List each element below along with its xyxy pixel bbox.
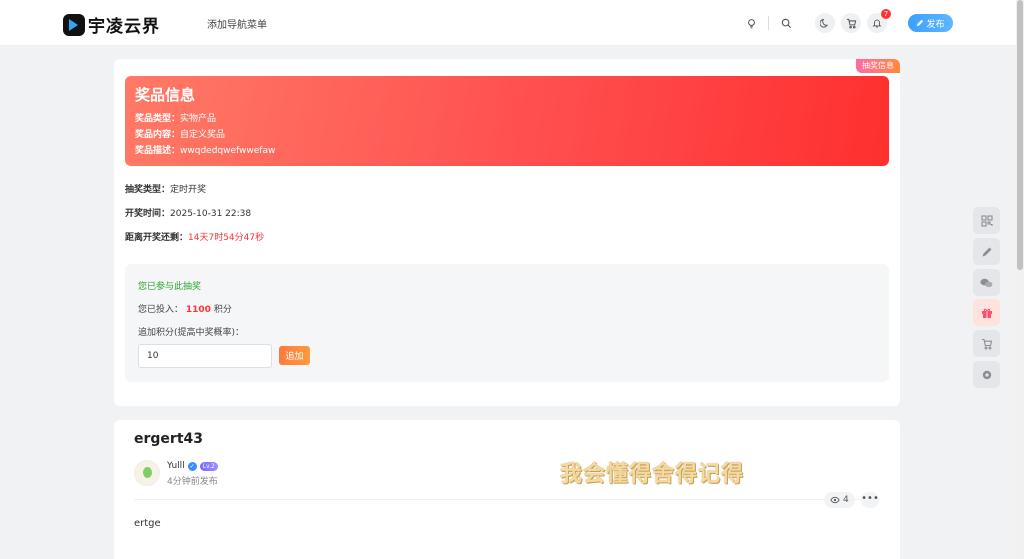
site-logo[interactable]: 宇凌云界	[63, 12, 160, 37]
prize-desc-row: 奖品描述：wwqdedqwefwwefaw	[135, 143, 879, 159]
logo-icon	[63, 13, 85, 36]
post-title[interactable]: ergert43	[134, 431, 203, 447]
invested-amount: 1100	[185, 305, 211, 315]
add-points-input[interactable]	[138, 344, 272, 368]
brand-name: 宇凌云界	[88, 17, 160, 37]
add-nav-menu-link[interactable]: 添加导航菜单	[207, 16, 267, 31]
moon-icon[interactable]	[815, 13, 835, 33]
edit-icon[interactable]	[973, 238, 1000, 265]
avatar[interactable]	[134, 460, 160, 486]
more-options-button[interactable]: •••	[861, 492, 879, 508]
joined-status: 您已参与此抽奖	[138, 282, 202, 292]
prize-info-panel: 奖品信息 奖品类型：实物产品 奖品内容：自定义奖品 奖品描述：wwqdedqwe…	[125, 76, 889, 166]
invested-label: 您已投入：	[138, 305, 184, 315]
level-badge: Lv.2	[199, 461, 218, 471]
draw-type-value: 定时开奖	[170, 185, 207, 195]
draw-time-row: 开奖时间：2025-10-31 22:38	[125, 206, 251, 219]
wechat-icon[interactable]	[973, 269, 1000, 296]
draw-type-row: 抽奖类型：定时开奖	[125, 182, 206, 195]
prize-content-row: 奖品内容：自定义奖品	[135, 127, 879, 143]
prize-desc-value: wwqdedqwefwwefaw	[180, 146, 276, 156]
post-body: ertge	[134, 518, 161, 529]
publish-button[interactable]: 发布	[908, 14, 953, 32]
draw-time-label: 开奖时间：	[125, 209, 171, 219]
draw-time-value: 2025-10-31 22:38	[170, 209, 252, 219]
add-points-button[interactable]: 追加	[279, 346, 310, 365]
cart-icon[interactable]	[841, 13, 861, 33]
cart-icon[interactable]	[973, 330, 1000, 357]
header-divider	[768, 16, 769, 30]
search-icon[interactable]	[776, 13, 796, 33]
prize-type-value: 实物产品	[180, 114, 217, 124]
invested-unit: 积分	[213, 305, 232, 315]
verified-icon: ✓	[187, 461, 197, 471]
prize-title: 奖品信息	[135, 86, 196, 104]
view-count: 4	[824, 492, 855, 508]
countdown-value: 14天7时54分47秒	[188, 233, 265, 243]
countdown-row: 距离开奖还剩：14天7时54分47秒	[125, 230, 264, 243]
qrcode-icon[interactable]	[973, 207, 1000, 234]
participation-panel: 您已参与此抽奖 您已投入： 1100 积分 追加积分(提高中奖概率)： 追加	[125, 264, 889, 382]
prize-type-label: 奖品类型：	[135, 114, 181, 124]
eye-icon	[830, 496, 840, 504]
notification-badge: 7	[881, 9, 891, 19]
lottery-card: 抽奖信息 奖品信息 奖品类型：实物产品 奖品内容：自定义奖品 奖品描述：wwqd…	[114, 59, 900, 406]
gear-icon[interactable]	[973, 361, 1000, 388]
publish-label: 发布	[926, 18, 945, 29]
pencil-icon	[917, 19, 924, 27]
prize-content-value: 自定义奖品	[180, 130, 226, 140]
lightbulb-icon[interactable]	[741, 13, 761, 33]
post-time: 4分钟前发布	[167, 477, 218, 487]
post-divider	[134, 499, 880, 500]
signature-watermark: 我会懂得舍得记得	[560, 462, 745, 487]
gift-icon[interactable]	[973, 299, 1000, 326]
draw-type-label: 抽奖类型：	[125, 185, 171, 195]
prize-desc-label: 奖品描述：	[135, 146, 181, 156]
scrollbar-thumb[interactable]	[1017, 0, 1023, 270]
lottery-ribbon: 抽奖信息	[856, 59, 900, 73]
add-points-label: 追加积分(提高中奖概率)：	[138, 328, 245, 338]
post-card: ergert43 Yulll ✓ Lv.2 4分钟前发布 我会懂得舍得记得 4 …	[114, 420, 900, 559]
invested-points: 您已投入： 1100 积分	[138, 302, 232, 315]
countdown-label: 距离开奖还剩：	[125, 233, 189, 243]
prize-content-label: 奖品内容：	[135, 130, 181, 140]
prize-type-row: 奖品类型：实物产品	[135, 111, 879, 127]
author-info: Yulll ✓ Lv.2	[167, 461, 218, 471]
view-count-value: 4	[843, 495, 849, 505]
author-name[interactable]: Yulll	[167, 461, 185, 471]
top-header: 宇凌云界 添加导航菜单 7 发布	[0, 0, 1016, 46]
